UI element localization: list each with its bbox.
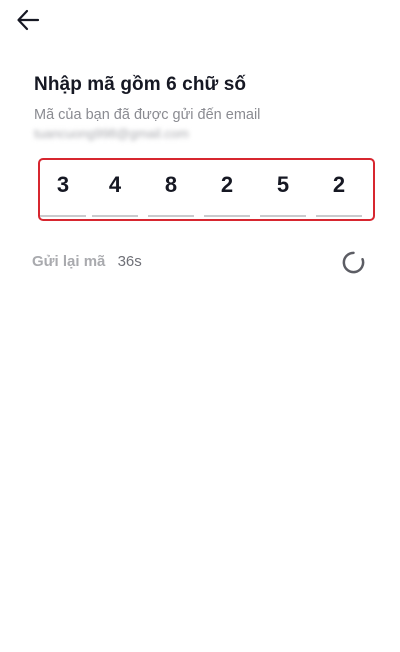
code-digit-value: 2 <box>332 172 346 197</box>
arrow-left-icon <box>17 9 40 31</box>
digit-underline <box>40 215 86 217</box>
back-button[interactable] <box>14 6 42 34</box>
digit-underline <box>260 215 306 217</box>
code-digit-value: 8 <box>164 172 178 197</box>
code-digit-value: 3 <box>56 172 70 197</box>
digit-underline <box>316 215 362 217</box>
verification-code-input[interactable]: 3 4 8 2 5 2 <box>38 158 375 221</box>
resend-code-button[interactable]: Gửi lại mã <box>32 253 105 270</box>
code-digit-value: 2 <box>220 172 234 197</box>
loading-spinner-icon <box>342 251 365 274</box>
page-title: Nhập mã gồm 6 chữ số <box>34 74 247 95</box>
digit-underline <box>204 215 250 217</box>
code-digit-2[interactable]: 4 <box>92 172 138 217</box>
code-digit-value: 5 <box>276 172 290 197</box>
code-digit-value: 4 <box>108 172 122 197</box>
code-digit-3[interactable]: 8 <box>148 172 194 217</box>
code-digit-4[interactable]: 2 <box>204 172 250 217</box>
resend-row: Gửi lại mã 36s <box>32 253 142 270</box>
email-address: tuancuong998@gmail.com <box>34 126 189 141</box>
code-digit-6[interactable]: 2 <box>316 172 362 217</box>
digit-underline <box>92 215 138 217</box>
countdown-timer: 36s <box>117 253 142 270</box>
code-digit-1[interactable]: 3 <box>40 172 86 217</box>
instruction-text: Mã của bạn đã được gửi đến email <box>34 107 261 123</box>
code-digit-5[interactable]: 5 <box>260 172 306 217</box>
digit-underline <box>148 215 194 217</box>
